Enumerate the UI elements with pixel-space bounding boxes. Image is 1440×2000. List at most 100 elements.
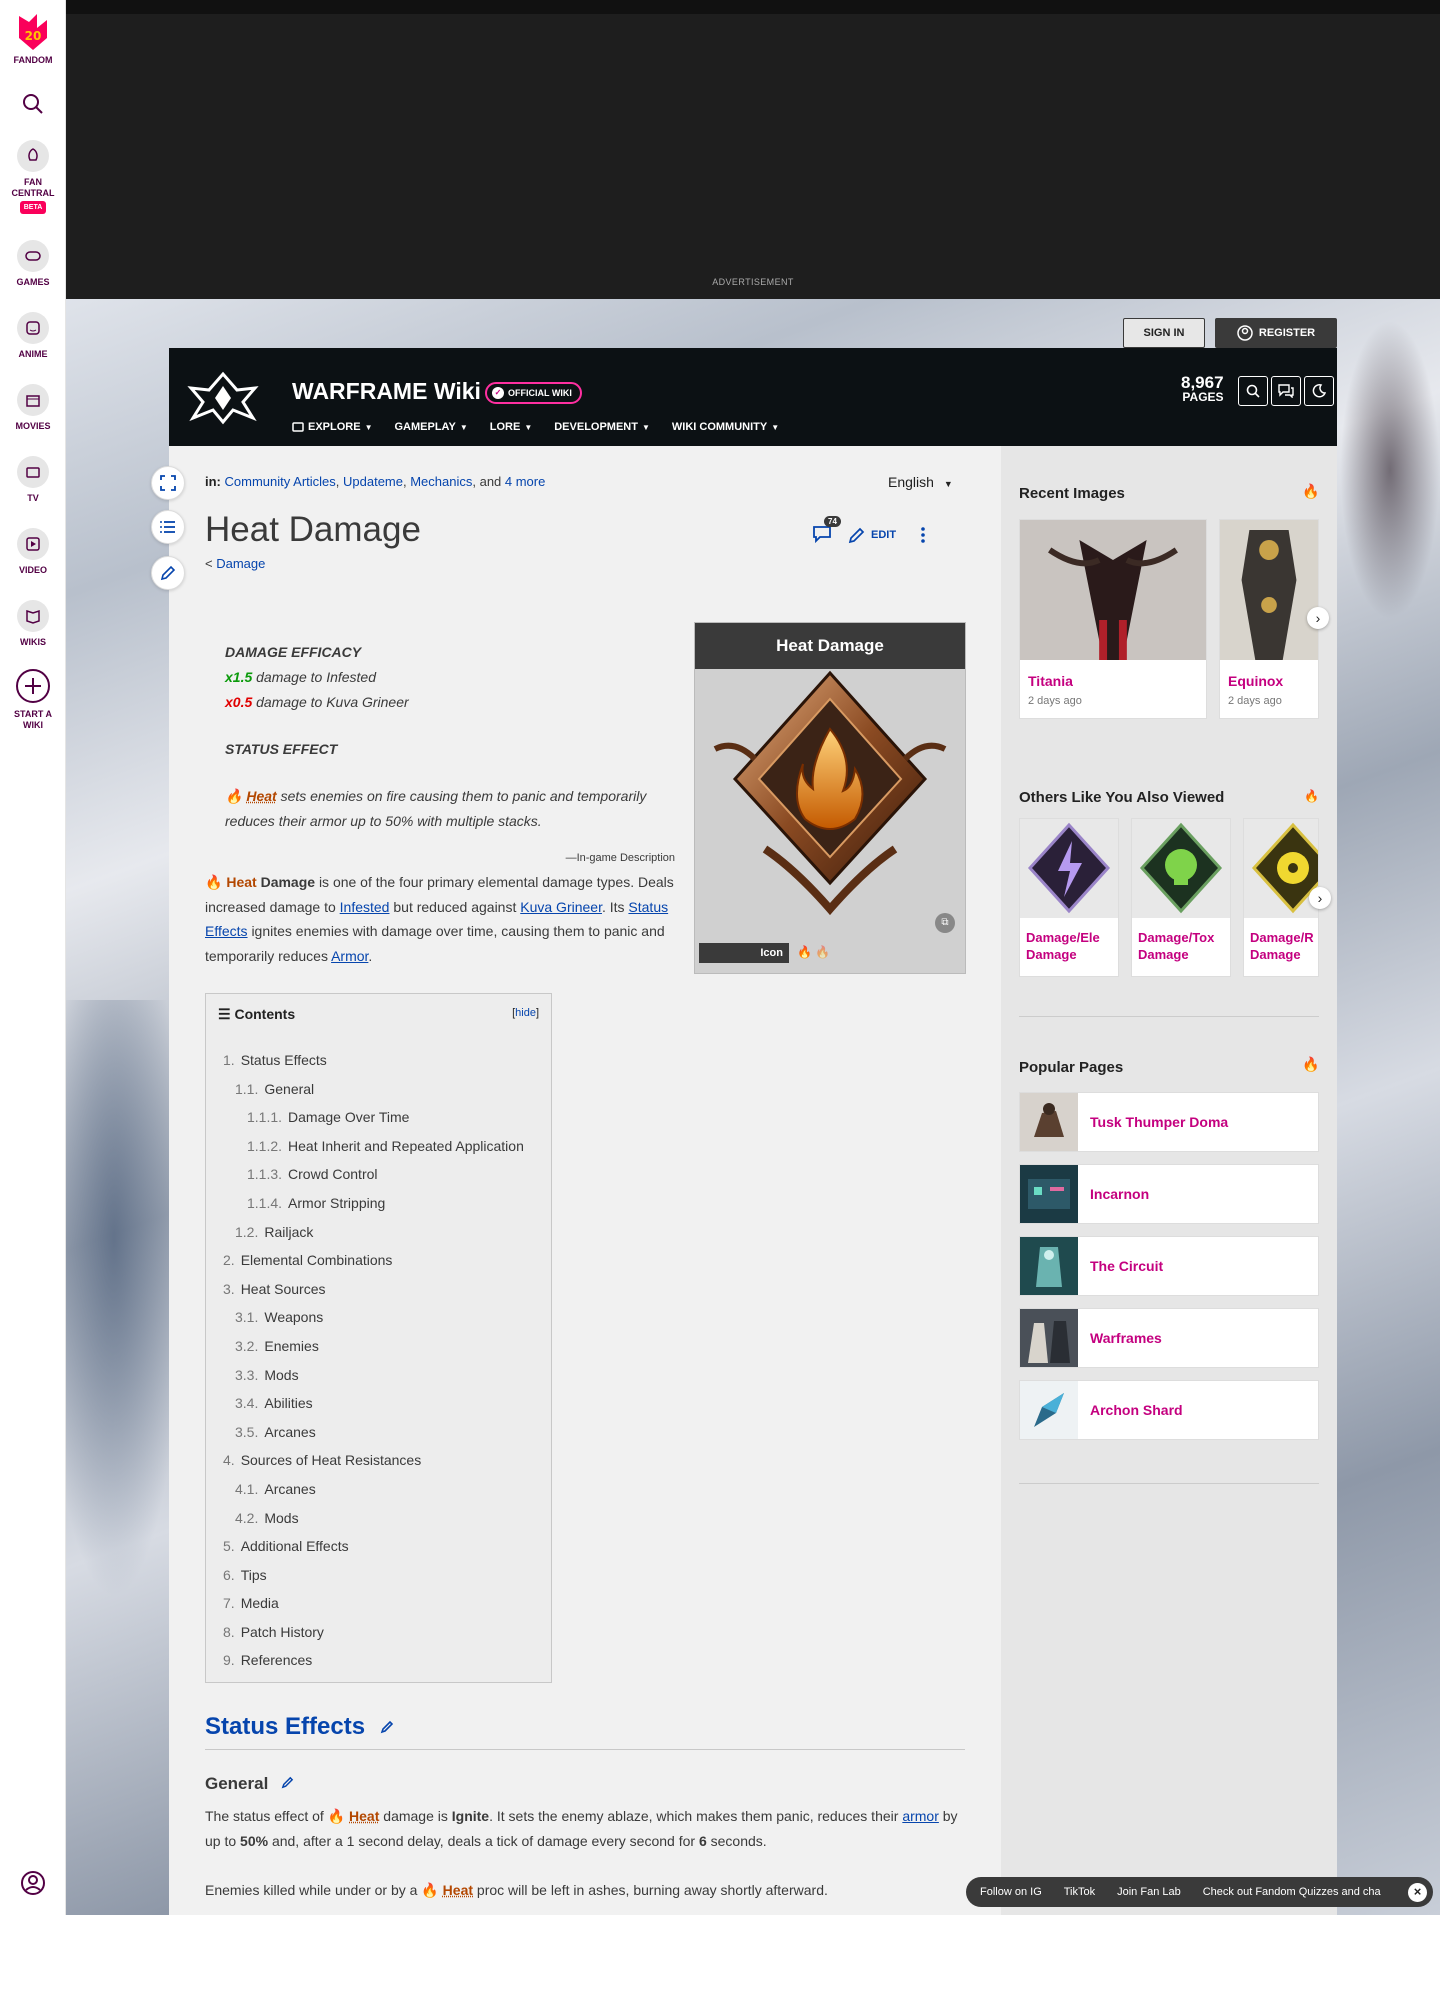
toc-hide-toggle[interactable]: [hide] xyxy=(512,1007,539,1019)
toc-item[interactable]: 9. References xyxy=(223,1652,541,1681)
nav-start-wiki[interactable]: START A WIKI xyxy=(0,668,66,731)
sign-in-label: SIGN IN xyxy=(1143,327,1185,339)
toc-item-number: 6. xyxy=(223,1566,235,1583)
armor-link[interactable]: Armor xyxy=(331,948,368,964)
related-page-card[interactable]: Damage/Tox Damage xyxy=(1131,818,1231,977)
wiki-name[interactable]: WARFRAME Wiki xyxy=(292,378,481,405)
toc-item[interactable]: 7. Media xyxy=(223,1595,541,1624)
sign-in-button[interactable]: SIGN IN xyxy=(1123,318,1205,348)
tab-gameplay[interactable]: GAMEPLAY ▼ xyxy=(395,421,468,433)
toc-item[interactable]: 6. Tips xyxy=(223,1567,541,1596)
tab-lore[interactable]: LORE ▼ xyxy=(490,421,532,433)
wiki-search-button[interactable] xyxy=(1238,376,1268,406)
category-link[interactable]: Updateme xyxy=(343,474,403,489)
section-edit-pencil-icon[interactable] xyxy=(281,1776,294,1789)
tab-wiki-community[interactable]: WIKI COMMUNITY ▼ xyxy=(672,421,779,433)
toc-item[interactable]: 3.2. Enemies xyxy=(223,1338,541,1367)
background-art-left xyxy=(66,1000,186,1600)
toc-item[interactable]: 1.2. Railjack xyxy=(223,1224,541,1253)
toc-item[interactable]: 1.1. General xyxy=(223,1081,541,1110)
related-page-card[interactable]: Damage/Ele Damage xyxy=(1019,818,1119,977)
nav-movies[interactable]: MOVIES xyxy=(0,384,66,432)
toc-item-number: 1.2. xyxy=(235,1223,259,1240)
nav-video[interactable]: VIDEO xyxy=(0,528,66,576)
heat-link[interactable]: Heat xyxy=(349,1808,379,1824)
beta-badge: BETA xyxy=(19,201,47,214)
tab-development[interactable]: DEVELOPMENT ▼ xyxy=(554,421,650,433)
warframe-logo[interactable] xyxy=(181,368,265,428)
register-button[interactable]: REGISTER xyxy=(1215,318,1337,348)
category-link[interactable]: Mechanics xyxy=(410,474,472,489)
heat-icon: 🔥 xyxy=(327,1808,346,1824)
toc-item[interactable]: 3.1. Weapons xyxy=(223,1309,541,1338)
carousel-next-arrow[interactable]: › xyxy=(1309,887,1331,909)
global-search-button[interactable] xyxy=(0,92,66,119)
section-divider xyxy=(205,1749,965,1750)
toc-item[interactable]: 4.2. Mods xyxy=(223,1510,541,1539)
toc-hide-link[interactable]: hide xyxy=(515,1007,536,1019)
nav-fan-central[interactable]: FAN CENTRAL BETA xyxy=(0,140,66,214)
toc-item[interactable]: 2. Elemental Combinations xyxy=(223,1252,541,1281)
recent-image-card[interactable]: Equinox 2 days ago xyxy=(1219,519,1319,719)
category-link[interactable]: Community Articles xyxy=(225,474,336,489)
popular-page-title: Incarnon xyxy=(1090,1186,1150,1202)
heat-link[interactable]: Heat xyxy=(246,788,276,804)
armor-link[interactable]: armor xyxy=(902,1808,939,1824)
toolbar-link[interactable]: Follow on IG xyxy=(980,1886,1042,1898)
toc-item[interactable]: 3.4. Abilities xyxy=(223,1395,541,1424)
heat-link[interactable]: Heat xyxy=(443,1882,473,1898)
toc-item[interactable]: 1.1.4. Armor Stripping xyxy=(223,1195,541,1224)
user-circle-icon xyxy=(1237,325,1253,341)
edit-button[interactable]: EDIT xyxy=(848,526,896,544)
dark-mode-toggle[interactable] xyxy=(1304,376,1334,406)
toc-item[interactable]: 1.1.1. Damage Over Time xyxy=(223,1109,541,1138)
toolbar-link[interactable]: Check out Fandom Quizzes and cha xyxy=(1203,1886,1381,1898)
more-options-icon[interactable] xyxy=(916,525,930,545)
popular-page-item[interactable]: Warframes xyxy=(1019,1308,1319,1368)
related-page-card[interactable]: Damage/R Damage xyxy=(1243,818,1319,977)
toc-item[interactable]: 4. Sources of Heat Resistances xyxy=(223,1452,541,1481)
nav-tv[interactable]: TV xyxy=(0,456,66,504)
toc-item[interactable]: 3.3. Mods xyxy=(223,1367,541,1396)
toc-item[interactable]: 5. Additional Effects xyxy=(223,1538,541,1567)
section-edit-pencil-icon[interactable] xyxy=(380,1720,394,1734)
nav-anime[interactable]: ANIME xyxy=(0,312,66,360)
user-account-icon[interactable] xyxy=(20,1870,46,1896)
carousel-next-arrow[interactable]: › xyxy=(1307,607,1329,629)
toc-item[interactable]: 3.5. Arcanes xyxy=(223,1424,541,1453)
close-icon[interactable]: × xyxy=(1408,1883,1427,1902)
advertisement-slot[interactable]: ADVERTISEMENT xyxy=(66,14,1440,299)
toolbar-link[interactable]: Join Fan Lab xyxy=(1117,1886,1181,1898)
discussions-button[interactable] xyxy=(1271,376,1301,406)
parent-page-link[interactable]: < Damage xyxy=(205,556,265,571)
toolbar-link[interactable]: TikTok xyxy=(1064,1886,1095,1898)
toc-toggle[interactable] xyxy=(151,510,185,544)
popular-page-item[interactable]: The Circuit xyxy=(1019,1236,1319,1296)
recent-image-card[interactable]: Titania 2 days ago xyxy=(1019,519,1207,719)
sticky-edit-button[interactable] xyxy=(151,556,185,590)
heat-link[interactable]: Heat xyxy=(226,874,256,890)
language-selector[interactable]: English ▼ xyxy=(888,474,953,490)
tab-explore[interactable]: EXPLORE ▼ xyxy=(292,421,373,433)
toc-item[interactable]: 8. Patch History xyxy=(223,1624,541,1653)
popular-page-item[interactable]: Tusk Thumper Doma xyxy=(1019,1092,1319,1152)
toc-heading: ☰ Contents xyxy=(218,1006,295,1023)
toc-item[interactable]: 1.1.3. Crowd Control xyxy=(223,1166,541,1195)
toc-item[interactable]: 1. Status Effects xyxy=(223,1052,541,1081)
expand-image-icon[interactable]: ⧉ xyxy=(935,913,955,933)
nav-wikis[interactable]: WIKIS xyxy=(0,600,66,648)
popular-page-item[interactable]: Archon Shard xyxy=(1019,1380,1319,1440)
toc-item[interactable]: 1.1.2. Heat Inherit and Repeated Applicat… xyxy=(223,1138,541,1167)
fullscreen-toggle[interactable] xyxy=(151,466,185,500)
categories-more-link[interactable]: 4 more xyxy=(505,474,545,489)
nav-games[interactable]: GAMES xyxy=(0,240,66,288)
kuva-grineer-link[interactable]: Kuva Grineer xyxy=(520,899,602,915)
popular-page-item[interactable]: Incarnon xyxy=(1019,1164,1319,1224)
infested-link[interactable]: Infested xyxy=(340,899,390,915)
heat-damage-emblem-image[interactable] xyxy=(695,669,965,927)
toc-item[interactable]: 4.1. Arcanes xyxy=(223,1481,541,1510)
fandom-logo[interactable]: 20 FANDOM xyxy=(0,12,66,66)
comments-button[interactable]: 74 xyxy=(812,516,841,546)
toc-item-number: 3.5. xyxy=(235,1423,259,1440)
toc-item[interactable]: 3. Heat Sources xyxy=(223,1281,541,1310)
